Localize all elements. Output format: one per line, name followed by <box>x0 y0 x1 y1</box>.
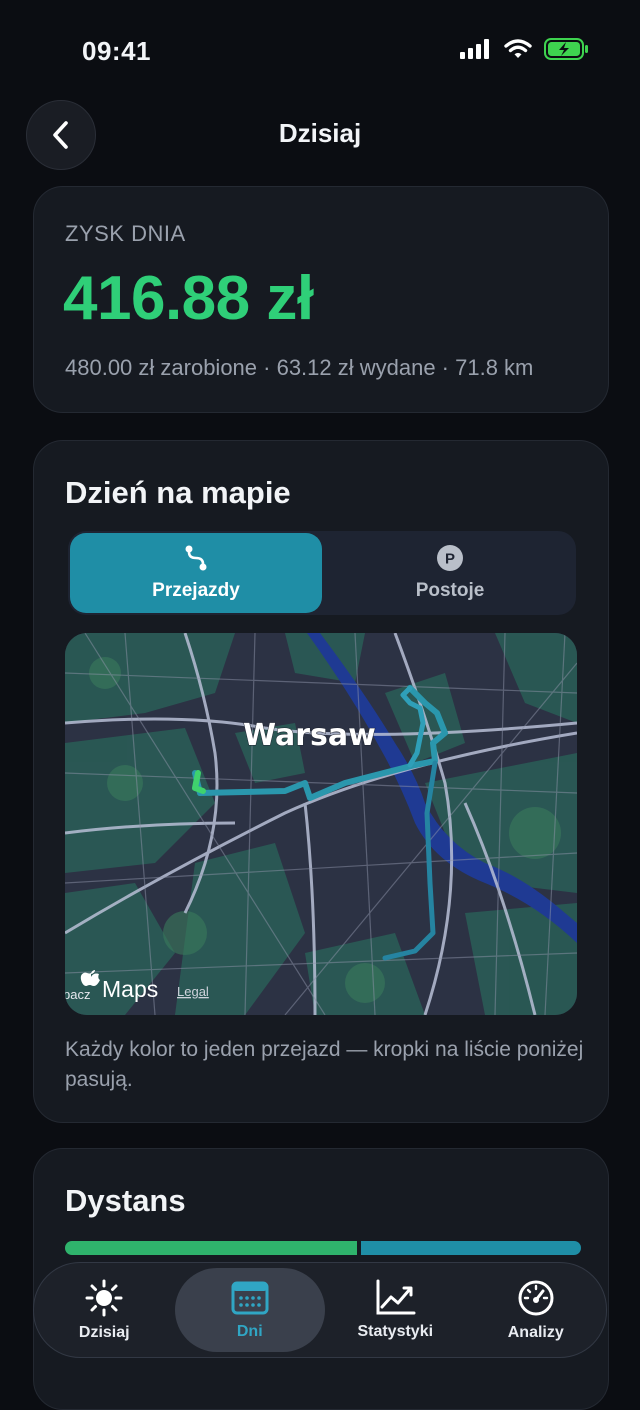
map-partial-label: pacz <box>65 987 90 1002</box>
tab-statistics-label: Statystyki <box>357 1323 434 1340</box>
svg-text:P: P <box>445 551 455 568</box>
tab-today-label: Dzisiaj <box>78 1324 130 1341</box>
map-canvas: Warsaw pacz Maps Legal <box>65 633 577 1015</box>
page-title: Dzisiaj <box>278 118 362 148</box>
profit-label: ZYSK DNIA <box>65 221 186 246</box>
distance-split-bar <box>65 1241 581 1255</box>
status-time: 09:41 <box>82 36 151 66</box>
tab-bar: Dzisiaj Dni Statystyki Analizy <box>33 1262 607 1358</box>
chart-icon <box>376 1279 416 1315</box>
wifi-icon <box>504 39 532 58</box>
tab-days[interactable]: Dni <box>174 1268 325 1352</box>
parking-icon: P <box>437 545 463 571</box>
tab-analyses-label: Analizy <box>507 1324 564 1341</box>
status-icons <box>460 38 590 60</box>
map-caption: Każdy kolor to jeden przejazd — kropki n… <box>65 1038 584 1091</box>
segment-rides-label: Przejazdy <box>152 580 240 601</box>
tab-statistics[interactable]: Statystyki <box>325 1268 465 1352</box>
tab-days-label: Dni <box>236 1323 263 1340</box>
sun-icon <box>85 1279 123 1317</box>
segment-stops[interactable]: P Postoje <box>324 531 576 615</box>
map-city-label: Warsaw <box>243 718 376 753</box>
segment-rides[interactable]: Przejazdy <box>70 533 322 613</box>
signal-icon <box>460 39 489 59</box>
map-card-title: Dzień na mapie <box>65 475 291 510</box>
route-map[interactable]: Warsaw pacz Maps Legal <box>65 633 577 1015</box>
map-legal-link[interactable]: Legal <box>177 984 209 999</box>
route-icon <box>185 545 207 571</box>
segment-stops-label: Postoje <box>415 580 485 601</box>
tab-analyses[interactable]: Analizy <box>466 1268 606 1352</box>
tab-today[interactable]: Dzisiaj <box>34 1268 174 1352</box>
distance-bar-segment-2 <box>360 1241 581 1255</box>
maps-attribution: Maps <box>102 976 158 1002</box>
distance-title: Dystans <box>65 1183 186 1218</box>
map-mode-segmented-control: Przejazdy P Postoje <box>68 531 576 615</box>
profit-value: 416.88 zł <box>63 264 314 333</box>
gauge-icon <box>518 1280 554 1316</box>
battery-icon <box>544 38 588 60</box>
calendar-icon <box>231 1281 269 1315</box>
day-map-card: Dzień na mapie Przejazdy P Postoje Warsa… <box>33 440 609 1123</box>
daily-profit-card: ZYSK DNIA 416.88 zł 480.00 zł zarobione … <box>33 186 609 413</box>
distance-bar-segment-1 <box>65 1241 357 1255</box>
profit-summary: 480.00 zł zarobione · 63.12 zł wydane · … <box>65 355 534 380</box>
